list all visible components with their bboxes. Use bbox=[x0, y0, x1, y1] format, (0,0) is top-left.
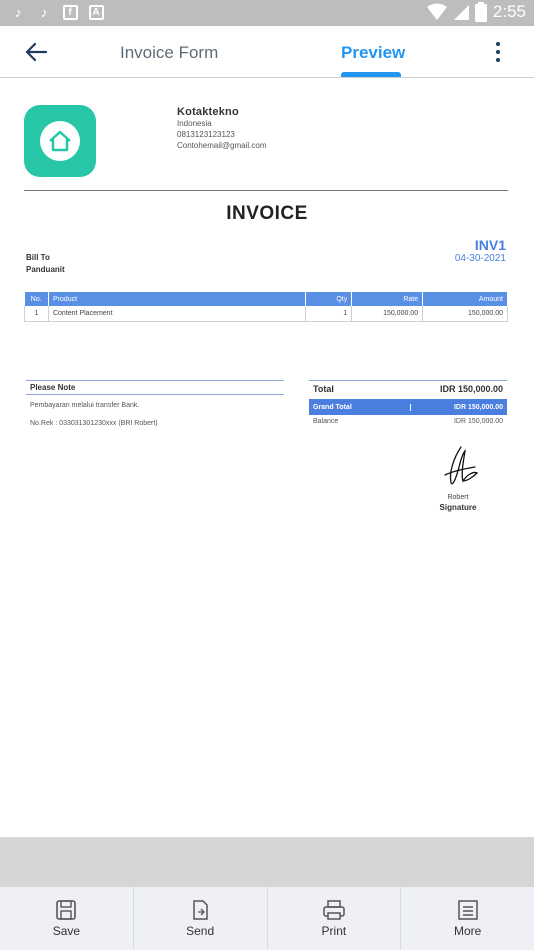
more-icon bbox=[457, 900, 478, 920]
grand-total-value: IDR 150,000.00 bbox=[453, 403, 503, 411]
note-line: Pembayaran melalui transfer Bank. bbox=[30, 402, 140, 409]
balance-value: IDR 150,000.00 bbox=[453, 418, 503, 425]
balance-row: Balance IDR 150,000.00 bbox=[309, 418, 507, 425]
invoice-title: INVOICE bbox=[226, 203, 308, 224]
bill-to: Bill To Panduanit bbox=[26, 252, 65, 276]
wifi-icon bbox=[426, 3, 447, 20]
app-bar: Invoice Form Preview bbox=[0, 26, 534, 78]
battery-icon bbox=[474, 2, 487, 22]
active-tab-indicator bbox=[341, 72, 401, 77]
company-phone: 0813123123123 bbox=[177, 130, 235, 139]
bill-to-label: Bill To bbox=[26, 253, 50, 262]
more-button[interactable]: More bbox=[401, 887, 534, 950]
save-button[interactable]: Save bbox=[0, 887, 134, 950]
more-label: More bbox=[453, 924, 482, 938]
total-label: Total bbox=[313, 384, 334, 394]
send-button[interactable]: Send bbox=[134, 887, 268, 950]
column-header: No. bbox=[24, 292, 49, 306]
company-name: Kotaktekno bbox=[177, 106, 239, 118]
status-bar: ♪ ♪ f A 2:55 bbox=[0, 0, 534, 26]
column-header: Product bbox=[48, 292, 307, 306]
balance-label: Balance bbox=[313, 418, 339, 425]
invoice-number-block: INV1 04-30-2021 bbox=[455, 237, 506, 264]
tab-preview[interactable]: Preview bbox=[341, 43, 405, 63]
tiktok-icon: ♪ bbox=[14, 4, 22, 20]
table-row: 1 Content Placement 1 150,000.00 150,000… bbox=[24, 306, 508, 322]
company-country: Indonesia bbox=[177, 119, 212, 128]
tiktok-icon: ♪ bbox=[40, 4, 48, 20]
column-header: Amount bbox=[422, 292, 508, 306]
save-icon bbox=[56, 900, 77, 920]
signature-block: Robert Signature bbox=[418, 445, 498, 512]
note-section: Please Note Pembayaran melalui transfer … bbox=[26, 380, 284, 427]
status-time: 2:55 bbox=[492, 2, 526, 21]
facebook-icon: f bbox=[62, 3, 78, 21]
cell-no: 1 bbox=[24, 306, 49, 322]
column-header: Rate bbox=[351, 292, 424, 306]
save-label: Save bbox=[52, 924, 81, 938]
signature-image bbox=[444, 446, 479, 485]
overflow-menu-icon[interactable] bbox=[490, 40, 506, 64]
company-info: Kotaktekno Indonesia 0813123123123 Conto… bbox=[177, 106, 267, 151]
home-icon bbox=[49, 130, 71, 152]
total-value: IDR 150,000.00 bbox=[439, 384, 503, 394]
note-label: Please Note bbox=[26, 380, 284, 395]
cell-qty: 1 bbox=[305, 306, 353, 322]
cell-amount: 150,000.00 bbox=[422, 306, 508, 322]
divider bbox=[24, 190, 508, 191]
cell-rate: 150,000.00 bbox=[351, 306, 424, 322]
company-logo bbox=[24, 105, 96, 177]
signal-icon bbox=[453, 5, 469, 20]
grand-total-row: Grand Total IDR 150,000.00 bbox=[309, 399, 507, 415]
bill-to-name: Panduanit bbox=[26, 265, 65, 274]
invoice-date: 04-30-2021 bbox=[454, 253, 506, 264]
print-icon bbox=[323, 900, 345, 920]
preview-footer-area bbox=[0, 837, 534, 887]
invoice-number: INV1 bbox=[474, 237, 506, 253]
send-icon bbox=[193, 900, 208, 920]
table-header-row: No. Product Qty Rate Amount bbox=[24, 292, 508, 306]
note-line: No.Rek : 033031301230xxx (BRI Robert) bbox=[30, 420, 158, 427]
send-label: Send bbox=[186, 924, 215, 938]
signature-name: Robert bbox=[447, 494, 469, 501]
total-row: Total IDR 150,000.00 bbox=[309, 380, 507, 397]
grand-total-label: Grand Total bbox=[313, 403, 411, 411]
app-icon: A bbox=[88, 3, 104, 21]
back-arrow-icon[interactable] bbox=[22, 38, 50, 66]
invoice-preview: Kotaktekno Indonesia 0813123123123 Conto… bbox=[0, 79, 534, 837]
company-email: Contohemail@gmail.com bbox=[177, 141, 267, 150]
tab-invoice-form[interactable]: Invoice Form bbox=[120, 43, 218, 63]
print-label: Print bbox=[321, 924, 347, 938]
print-button[interactable]: Print bbox=[268, 887, 402, 950]
items-table: No. Product Qty Rate Amount 1 Content Pl… bbox=[24, 292, 508, 322]
column-header: Qty bbox=[305, 292, 353, 306]
bottom-action-bar: Save Send Print More bbox=[0, 887, 534, 950]
cell-product: Content Placement bbox=[47, 306, 307, 322]
totals-section: Total IDR 150,000.00 Grand Total IDR 150… bbox=[309, 380, 507, 425]
signature-label: Signature bbox=[439, 503, 477, 512]
